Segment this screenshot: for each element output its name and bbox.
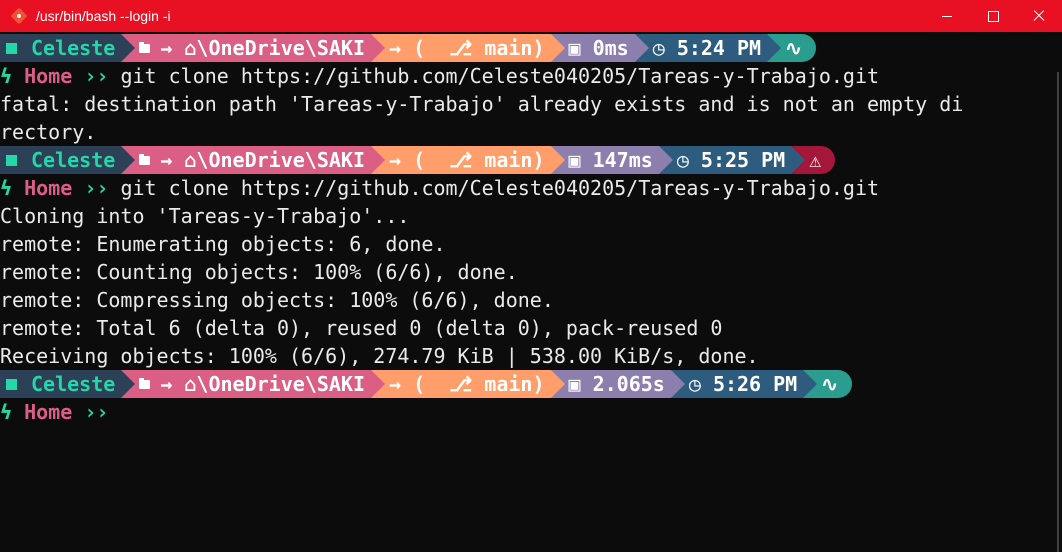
output-line: rectory. (0, 120, 97, 144)
user-name: Celeste (31, 36, 116, 60)
command-line[interactable]: ϟ Home ›› (0, 398, 1046, 426)
exec-time: 0ms (592, 36, 629, 60)
output-line: remote: Total 6 (delta 0), reused 0 (del… (0, 316, 723, 340)
exec-time: 2.065s (592, 372, 665, 396)
user-segment: Celeste (0, 34, 136, 62)
clock-segment: ◷ 5:24 PM (634, 34, 782, 62)
timer-icon: ▣ (568, 148, 593, 172)
home-label: Home (24, 176, 73, 200)
prompt-symbol: ›› (84, 400, 109, 424)
clock-icon: ◷ (652, 36, 677, 60)
path-segment: → ⌂\OneDrive\SAKI (121, 370, 385, 398)
clock-segment: ◷ 5:25 PM (658, 146, 806, 174)
command-line: ϟ Home ›› git clone https://github.com/C… (0, 174, 1046, 202)
exec-time-segment: ▣ 147ms (550, 146, 673, 174)
user-segment: Celeste (0, 146, 136, 174)
folder-icon (139, 153, 151, 165)
folder-icon (139, 41, 151, 53)
path-text: → ⌂\OneDrive\SAKI (160, 148, 365, 172)
exec-time: 147ms (592, 148, 653, 172)
clock-icon: ◷ (676, 148, 701, 172)
square-icon (6, 378, 17, 390)
window-controls (924, 0, 1062, 32)
prompt-bar: Celeste → ⌂\OneDrive\SAKI → ( ⎇ main) ▣ … (0, 34, 1046, 62)
home-label: Home (24, 64, 73, 88)
exec-time-segment: ▣ 2.065s (550, 370, 685, 398)
bolt-icon: ϟ (0, 176, 25, 200)
path-segment: → ⌂\OneDrive\SAKI (121, 146, 385, 174)
path-text: → ⌂\OneDrive\SAKI (160, 36, 365, 60)
git-segment: → ( ⎇ main) (371, 146, 565, 174)
maximize-icon (987, 10, 999, 22)
minimize-button[interactable] (924, 0, 970, 32)
git-branch: → ( ⎇ main) (389, 148, 545, 172)
command-line: ϟ Home ›› git clone https://github.com/C… (0, 62, 1046, 90)
output-line: Receiving objects: 100% (6/6), 274.79 Ki… (0, 344, 759, 368)
clock-icon: ◷ (688, 372, 713, 396)
output-line: remote: Compressing objects: 100% (6/6),… (0, 288, 554, 312)
pulse-icon: ∿ (785, 36, 802, 60)
clock-time: 5:26 PM (712, 372, 798, 396)
window-title: /usr/bin/bash --login -i (36, 8, 171, 24)
timer-icon: ▣ (568, 372, 593, 396)
pulse-icon: ∿ (821, 372, 838, 396)
prompt-symbol: ›› (84, 64, 109, 88)
home-label: Home (24, 400, 73, 424)
close-icon (1033, 10, 1045, 22)
bolt-icon: ϟ (0, 64, 25, 88)
clock-segment: ◷ 5:26 PM (670, 370, 818, 398)
square-icon (6, 154, 17, 166)
output-line: remote: Enumerating objects: 6, done. (0, 232, 446, 256)
folder-icon (139, 377, 151, 389)
git-bash-icon (10, 7, 28, 25)
user-name: Celeste (31, 372, 116, 396)
terminal-output[interactable]: Celeste → ⌂\OneDrive\SAKI → ( ⎇ main) ▣ … (0, 34, 1046, 426)
scrollbar-thumb[interactable] (1057, 72, 1059, 552)
minimize-icon (942, 15, 952, 17)
git-branch: → ( ⎇ main) (389, 36, 545, 60)
close-button[interactable] (1016, 0, 1062, 32)
warning-icon: ⚠ (809, 148, 822, 172)
output-line: Cloning into 'Tareas-y-Trabajo'... (0, 204, 410, 228)
output-line: fatal: destination path 'Tareas-y-Trabaj… (0, 92, 964, 116)
prompt-bar: Celeste → ⌂\OneDrive\SAKI → ( ⎇ main) ▣ … (0, 370, 1046, 398)
clock-time: 5:25 PM (700, 148, 786, 172)
path-segment: → ⌂\OneDrive\SAKI (121, 34, 385, 62)
path-text: → ⌂\OneDrive\SAKI (160, 372, 365, 396)
prompt-bar: Celeste → ⌂\OneDrive\SAKI → ( ⎇ main) ▣ … (0, 146, 1046, 174)
bolt-icon: ϟ (0, 400, 25, 424)
command-text: git clone https://github.com/Celeste0402… (120, 176, 880, 200)
git-segment: → ( ⎇ main) (371, 34, 565, 62)
git-segment: → ( ⎇ main) (371, 370, 565, 398)
command-text: git clone https://github.com/Celeste0402… (120, 64, 880, 88)
prompt-symbol: ›› (84, 176, 109, 200)
timer-icon: ▣ (568, 36, 593, 60)
git-branch: → ( ⎇ main) (389, 372, 545, 396)
user-segment: Celeste (0, 370, 136, 398)
square-icon (6, 42, 17, 54)
user-name: Celeste (31, 148, 116, 172)
maximize-button[interactable] (970, 0, 1016, 32)
scrollbar[interactable] (1046, 34, 1062, 552)
clock-time: 5:24 PM (676, 36, 762, 60)
output-line: remote: Counting objects: 100% (6/6), do… (0, 260, 518, 284)
title-bar: /usr/bin/bash --login -i (0, 0, 1062, 32)
